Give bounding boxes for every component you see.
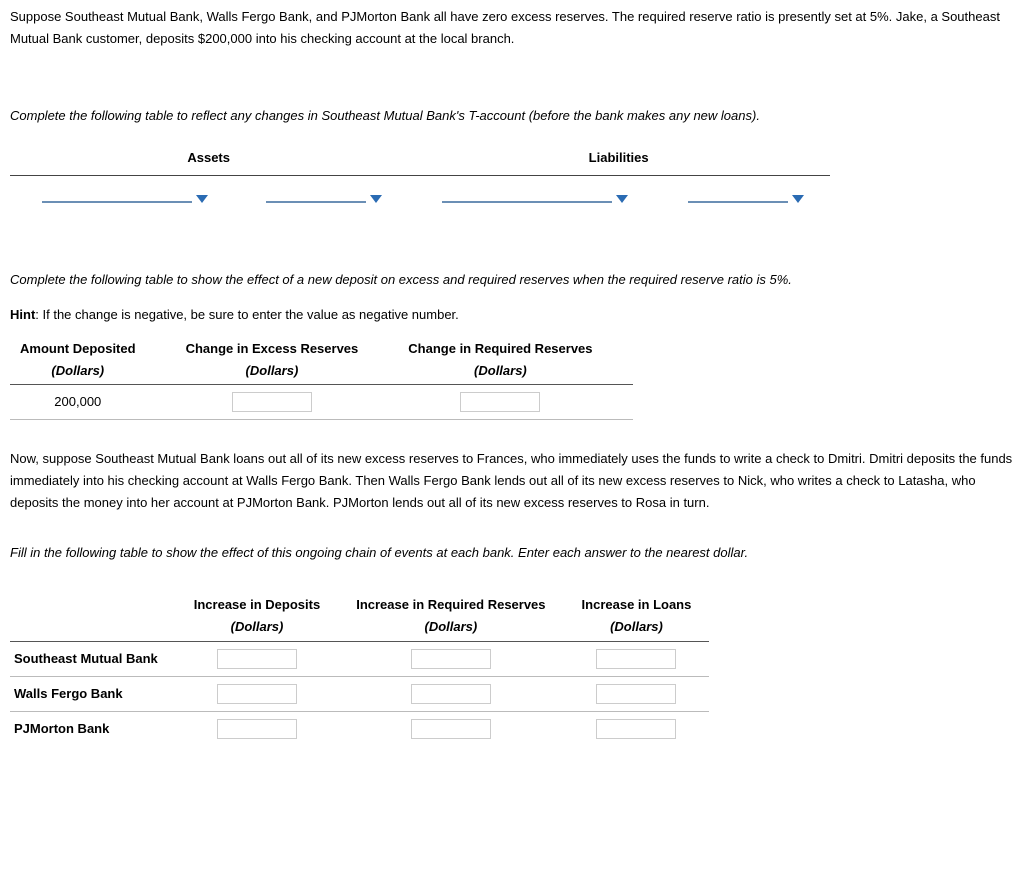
input-wf-required[interactable] bbox=[411, 684, 491, 704]
input-change-excess[interactable] bbox=[232, 392, 312, 412]
hint-text: : If the change is negative, be sure to … bbox=[35, 307, 459, 322]
col-increase-required: Increase in Required Reserves (Dollars) bbox=[338, 592, 563, 641]
input-wf-loans[interactable] bbox=[596, 684, 676, 704]
input-pj-required[interactable] bbox=[411, 719, 491, 739]
col-amount-deposited: Amount Deposited (Dollars) bbox=[10, 336, 176, 385]
asset-dropdown-2[interactable] bbox=[266, 195, 382, 203]
input-change-required[interactable] bbox=[460, 392, 540, 412]
liability-dropdown-1[interactable] bbox=[442, 195, 628, 203]
reserves-table: Amount Deposited (Dollars) Change in Exc… bbox=[10, 336, 633, 420]
input-pj-loans[interactable] bbox=[596, 719, 676, 739]
chevron-down-icon bbox=[196, 195, 208, 203]
t-account-table: Assets Liabilities bbox=[10, 141, 830, 214]
part3-story: Now, suppose Southeast Mutual Bank loans… bbox=[10, 448, 1014, 514]
chevron-down-icon bbox=[370, 195, 382, 203]
input-wf-deposits[interactable] bbox=[217, 684, 297, 704]
header-liabilities: Liabilities bbox=[407, 141, 830, 176]
input-se-deposits[interactable] bbox=[217, 649, 297, 669]
hint-label: Hint bbox=[10, 307, 35, 322]
col-change-required: Change in Required Reserves (Dollars) bbox=[398, 336, 632, 385]
row-pjmorton: PJMorton Bank bbox=[10, 711, 176, 746]
liability-dropdown-2[interactable] bbox=[688, 195, 804, 203]
chevron-down-icon bbox=[616, 195, 628, 203]
row-wallsfer: Walls Fergo Bank bbox=[10, 676, 176, 711]
input-pj-deposits[interactable] bbox=[217, 719, 297, 739]
row-southeast: Southeast Mutual Bank bbox=[10, 641, 176, 676]
asset-dropdown-1[interactable] bbox=[42, 195, 208, 203]
col-increase-loans: Increase in Loans (Dollars) bbox=[564, 592, 710, 641]
part1-instruction: Complete the following table to reflect … bbox=[10, 105, 1014, 127]
input-se-loans[interactable] bbox=[596, 649, 676, 669]
header-assets: Assets bbox=[10, 141, 407, 176]
amount-deposited-value: 200,000 bbox=[10, 384, 176, 419]
input-se-required[interactable] bbox=[411, 649, 491, 669]
col-increase-deposits: Increase in Deposits (Dollars) bbox=[176, 592, 338, 641]
part3-instruction: Fill in the following table to show the … bbox=[10, 542, 1014, 564]
col-change-excess: Change in Excess Reserves (Dollars) bbox=[176, 336, 399, 385]
chain-table: Increase in Deposits (Dollars) Increase … bbox=[10, 592, 709, 745]
part2-instruction: Complete the following table to show the… bbox=[10, 269, 1014, 291]
part2-hint: Hint: If the change is negative, be sure… bbox=[10, 304, 1014, 326]
chevron-down-icon bbox=[792, 195, 804, 203]
intro-paragraph: Suppose Southeast Mutual Bank, Walls Fer… bbox=[10, 6, 1014, 50]
